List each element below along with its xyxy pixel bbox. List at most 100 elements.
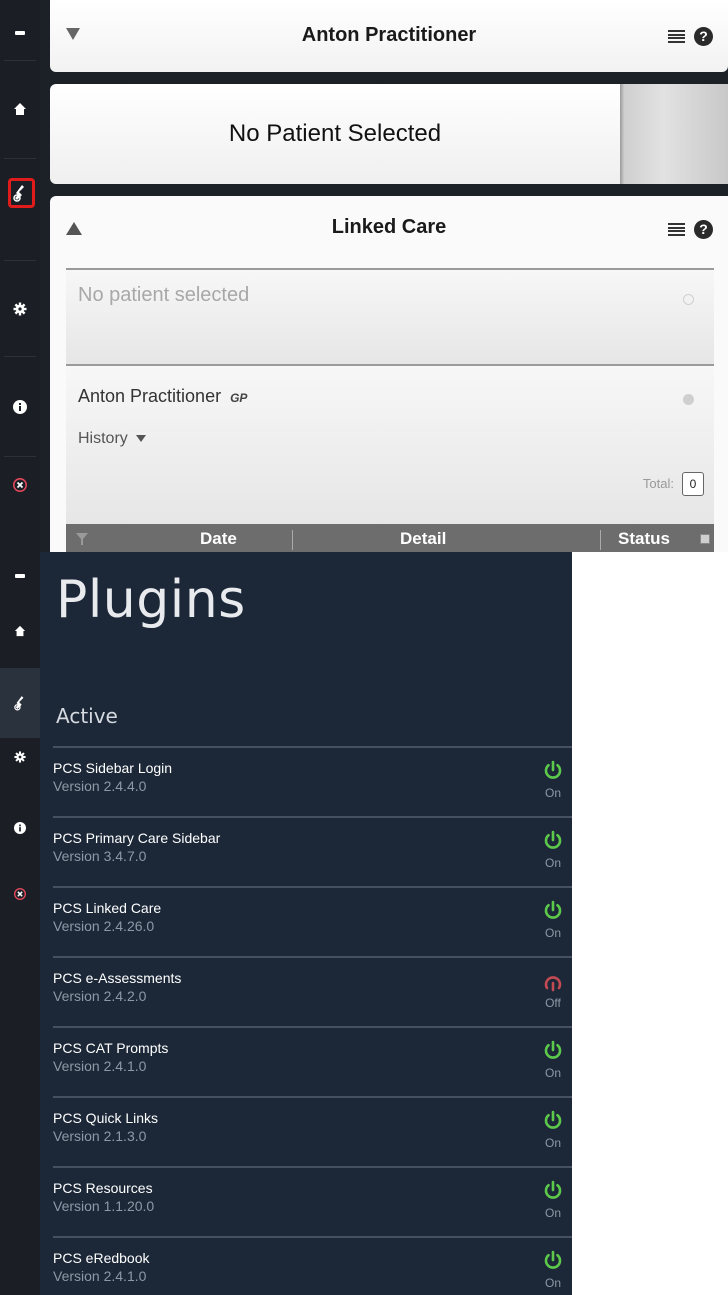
menu-icon[interactable] bbox=[668, 30, 685, 43]
power-toggle-icon[interactable] bbox=[542, 830, 564, 852]
rail-divider bbox=[4, 260, 36, 261]
filter-icon[interactable] bbox=[76, 533, 88, 545]
section-heading-active: Active bbox=[56, 704, 118, 728]
plugin-row: PCS e-Assessments Version 2.4.2.0 Off bbox=[53, 956, 572, 1026]
plugin-state: On bbox=[544, 1136, 561, 1150]
settings-button[interactable] bbox=[0, 744, 40, 770]
sidebar-rail bbox=[0, 552, 40, 1295]
status-dot-empty bbox=[683, 294, 694, 305]
column-divider bbox=[292, 530, 293, 550]
practitioner-row-name: Anton Practitioner bbox=[78, 386, 222, 406]
help-icon[interactable]: ? bbox=[694, 220, 713, 239]
practitioner-card: Anton Practitioner ? bbox=[50, 0, 728, 72]
power-toggle-icon[interactable] bbox=[542, 1250, 564, 1272]
plugin-version: Version 2.4.1.0 bbox=[53, 1058, 147, 1074]
plugin-row: PCS CAT Prompts Version 2.4.1.0 On bbox=[53, 1026, 572, 1096]
history-dropdown[interactable]: History bbox=[78, 430, 147, 448]
plugins-icon bbox=[14, 696, 24, 711]
settings-icon bbox=[14, 751, 26, 763]
plugin-version: Version 3.4.7.0 bbox=[53, 848, 147, 864]
plugin-name: PCS Quick Links bbox=[53, 1110, 159, 1126]
total-label: Total: bbox=[642, 476, 674, 491]
home-icon bbox=[14, 625, 26, 637]
plugin-state: On bbox=[544, 856, 561, 870]
practitioner-role: GP bbox=[230, 391, 248, 405]
plugin-name: PCS Linked Care bbox=[53, 900, 162, 916]
home-icon bbox=[14, 103, 26, 115]
plugin-name: PCS Sidebar Login bbox=[53, 760, 173, 776]
status-dot-filled bbox=[683, 394, 694, 405]
column-chooser-icon[interactable] bbox=[700, 534, 710, 544]
settings-button[interactable] bbox=[0, 292, 40, 326]
close-icon bbox=[14, 888, 26, 900]
plugin-version: Version 2.4.2.0 bbox=[53, 988, 147, 1004]
home-button[interactable] bbox=[0, 618, 40, 644]
plugin-name: PCS e-Assessments bbox=[53, 970, 182, 986]
menu-icon[interactable] bbox=[668, 223, 685, 236]
help-icon[interactable]: ? bbox=[694, 27, 713, 46]
info-button[interactable] bbox=[0, 815, 40, 841]
plugin-state: On bbox=[544, 1276, 561, 1290]
info-icon bbox=[13, 400, 27, 414]
plugin-row: PCS Sidebar Login Version 2.4.4.0 On bbox=[53, 746, 572, 816]
power-toggle-icon[interactable] bbox=[542, 970, 564, 992]
plugin-row: PCS Primary Care Sidebar Version 3.4.7.0 O… bbox=[53, 816, 572, 886]
settings-icon bbox=[13, 302, 27, 316]
practitioner-name: Anton Practitioner bbox=[301, 24, 477, 46]
plugin-name: PCS CAT Prompts bbox=[53, 1040, 169, 1056]
rail-divider bbox=[4, 158, 36, 159]
minimize-icon bbox=[15, 574, 25, 578]
plugin-state: On bbox=[544, 926, 561, 940]
info-icon bbox=[14, 822, 26, 834]
plugin-version: Version 2.1.3.0 bbox=[53, 1128, 147, 1144]
close-button[interactable] bbox=[0, 468, 40, 502]
total-count: 0 bbox=[682, 472, 704, 496]
patient-status: No Patient Selected bbox=[228, 120, 442, 147]
patient-photo bbox=[620, 84, 728, 184]
rail-divider bbox=[4, 60, 36, 61]
minimize-button[interactable] bbox=[0, 564, 40, 588]
column-divider bbox=[600, 530, 601, 550]
plugins-highlight bbox=[8, 178, 35, 208]
page-title: Plugins bbox=[56, 570, 246, 630]
linked-care-title: Linked Care bbox=[331, 216, 447, 238]
plugin-row: PCS Quick Links Version 2.1.3.0 On bbox=[53, 1096, 572, 1166]
history-table-header: Date Detail Status bbox=[66, 524, 714, 552]
linked-care-row-practitioner[interactable]: Anton Practitioner GP History Total: 0 bbox=[66, 364, 714, 526]
power-toggle-icon[interactable] bbox=[542, 1040, 564, 1062]
plugin-row: PCS Linked Care Version 2.4.26.0 On bbox=[53, 886, 572, 956]
column-date[interactable]: Date bbox=[200, 529, 237, 549]
plugin-state: On bbox=[544, 1066, 561, 1080]
power-toggle-icon[interactable] bbox=[542, 1110, 564, 1132]
patient-card: No Patient Selected bbox=[50, 84, 728, 184]
plugin-name: PCS eRedbook bbox=[53, 1250, 150, 1266]
plugins-button[interactable] bbox=[0, 668, 40, 738]
plugins-panel: Plugins Active PCS Sidebar Login Version … bbox=[0, 552, 572, 1295]
rail-divider bbox=[4, 356, 36, 357]
plugin-version: Version 2.4.1.0 bbox=[53, 1268, 147, 1284]
sidebar-panel-top: Anton Practitioner ? No Patient Selected… bbox=[0, 0, 728, 552]
no-patient-text: No patient selected bbox=[78, 284, 250, 306]
linked-care-card: Linked Care ? No patient selected Anton … bbox=[50, 196, 728, 552]
minimize-button[interactable] bbox=[0, 18, 40, 48]
plugin-state: On bbox=[544, 786, 561, 800]
linked-care-row-patient[interactable]: No patient selected bbox=[66, 268, 714, 364]
power-toggle-icon[interactable] bbox=[542, 760, 564, 782]
chevron-down-icon bbox=[136, 435, 147, 443]
plugin-version: Version 2.4.26.0 bbox=[53, 918, 155, 934]
column-detail[interactable]: Detail bbox=[400, 529, 446, 549]
history-label: History bbox=[78, 430, 128, 447]
close-icon bbox=[13, 478, 27, 492]
home-button[interactable] bbox=[0, 92, 40, 126]
minimize-icon bbox=[15, 31, 25, 35]
plugin-state: On bbox=[544, 1206, 561, 1220]
power-toggle-icon[interactable] bbox=[542, 1180, 564, 1202]
column-status[interactable]: Status bbox=[618, 529, 670, 549]
info-button[interactable] bbox=[0, 390, 40, 424]
close-button[interactable] bbox=[0, 881, 40, 907]
plugin-state: Off bbox=[545, 996, 561, 1010]
rail-divider bbox=[4, 456, 36, 457]
power-toggle-icon[interactable] bbox=[542, 900, 564, 922]
plugin-version: Version 1.1.20.0 bbox=[53, 1198, 155, 1214]
plugin-row: PCS eRedbook Version 2.4.1.0 On bbox=[53, 1236, 572, 1295]
